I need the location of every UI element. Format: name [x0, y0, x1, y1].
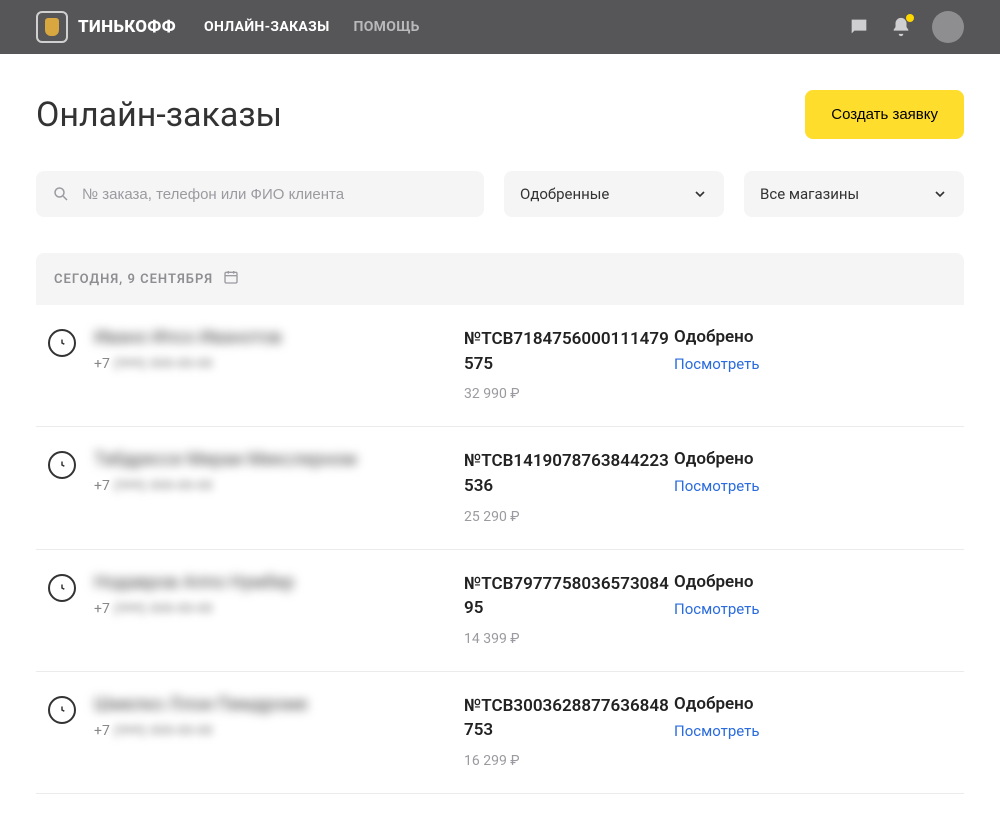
phone-masked: (999) 000-00-00 — [113, 356, 213, 372]
order-number: №TCB7184756000111479575 — [464, 327, 674, 376]
order-price: 16 299 ₽ — [464, 753, 674, 769]
chat-icon[interactable] — [848, 16, 870, 38]
phone-masked: (999) 000-00-00 — [113, 478, 213, 494]
nav-help[interactable]: ПОМОЩЬ — [354, 19, 420, 35]
phone-prefix: +7 — [94, 356, 110, 372]
brand-logo[interactable]: ТИНЬКОФФ — [36, 11, 176, 43]
status-cell: Одобрено Посмотреть — [674, 327, 854, 373]
clock-icon — [48, 451, 76, 479]
orders-list: Ивано Ипсо Иванотов +7 (999) 000-00-00 №… — [36, 305, 964, 794]
clock-icon — [48, 574, 76, 602]
status-cell: Одобрено Посмотреть — [674, 694, 854, 740]
logo-emblem-icon — [36, 11, 68, 43]
status-badge: Одобрено — [674, 327, 854, 347]
bell-icon[interactable] — [890, 16, 912, 38]
phone-prefix: +7 — [94, 601, 110, 617]
page-title: Онлайн-заказы — [36, 95, 282, 135]
title-row: Онлайн-заказы Создать заявку — [36, 90, 964, 139]
status-badge: Одобрено — [674, 694, 854, 714]
status-filter-dropdown[interactable]: Одобренные — [504, 171, 724, 217]
order-cell: №TCB7184756000111479575 32 990 ₽ — [464, 327, 674, 402]
client-name: Ивано Ипсо Иванотов — [94, 327, 464, 348]
phone-masked: (999) 000-00-00 — [113, 601, 213, 617]
client-phone: +7 (999) 000-00-00 — [94, 601, 464, 617]
client-cell: Ивано Ипсо Иванотов +7 (999) 000-00-00 — [94, 327, 464, 372]
view-order-link[interactable]: Посмотреть — [674, 355, 854, 373]
date-group-label: СЕГОДНЯ, 9 СЕНТЯБРЯ — [54, 272, 213, 287]
app-header: ТИНЬКОФФ ОНЛАЙН-ЗАКАЗЫ ПОМОЩЬ — [0, 0, 1000, 54]
phone-prefix: +7 — [94, 478, 110, 494]
search-input[interactable] — [82, 186, 468, 203]
view-order-link[interactable]: Посмотреть — [674, 722, 854, 740]
header-actions — [848, 11, 964, 43]
brand-text: ТИНЬКОФФ — [78, 17, 176, 37]
date-group-header: СЕГОДНЯ, 9 СЕНТЯБРЯ — [36, 253, 964, 305]
calendar-icon[interactable] — [223, 269, 239, 289]
chevron-down-icon — [692, 186, 708, 202]
order-price: 25 290 ₽ — [464, 509, 674, 525]
order-row: Нодавров Аппо Нумбер +7 (999) 000-00-00 … — [36, 550, 964, 672]
order-cell: №TCB3003628877636848753 16 299 ₽ — [464, 694, 674, 769]
order-row: Шмелко Ллои Пимдроме +7 (999) 000-00-00 … — [36, 672, 964, 794]
order-number: №TCB1419078763844223536 — [464, 449, 674, 498]
view-order-link[interactable]: Посмотреть — [674, 477, 854, 495]
client-name: Шмелко Ллои Пимдроме — [94, 694, 464, 715]
store-filter-dropdown[interactable]: Все магазины — [744, 171, 964, 217]
client-cell: Табдрессе Мираи Микслерном +7 (999) 000-… — [94, 449, 464, 494]
filters-row: Одобренные Все магазины — [36, 171, 964, 217]
status-filter-value: Одобренные — [520, 185, 609, 203]
client-cell: Шмелко Ллои Пимдроме +7 (999) 000-00-00 — [94, 694, 464, 739]
avatar[interactable] — [932, 11, 964, 43]
create-order-button[interactable]: Создать заявку — [805, 90, 964, 139]
phone-prefix: +7 — [94, 723, 110, 739]
order-price: 14 399 ₽ — [464, 631, 674, 647]
client-name: Табдрессе Мираи Микслерном — [94, 449, 464, 470]
order-row: Ивано Ипсо Иванотов +7 (999) 000-00-00 №… — [36, 305, 964, 427]
order-row: Табдрессе Мираи Микслерном +7 (999) 000-… — [36, 427, 964, 549]
view-order-link[interactable]: Посмотреть — [674, 600, 854, 618]
client-phone: +7 (999) 000-00-00 — [94, 478, 464, 494]
clock-icon — [48, 329, 76, 357]
phone-masked: (999) 000-00-00 — [113, 723, 213, 739]
order-number: №TCB3003628877636848753 — [464, 694, 674, 743]
notification-dot-icon — [906, 14, 914, 22]
client-phone: +7 (999) 000-00-00 — [94, 723, 464, 739]
client-cell: Нодавров Аппо Нумбер +7 (999) 000-00-00 — [94, 572, 464, 617]
order-cell: №TCB1419078763844223536 25 290 ₽ — [464, 449, 674, 524]
top-nav: ОНЛАЙН-ЗАКАЗЫ ПОМОЩЬ — [204, 19, 420, 35]
client-phone: +7 (999) 000-00-00 — [94, 356, 464, 372]
search-box[interactable] — [36, 171, 484, 217]
client-name: Нодавров Аппо Нумбер — [94, 572, 464, 593]
nav-online-orders[interactable]: ОНЛАЙН-ЗАКАЗЫ — [204, 19, 329, 35]
main-content: Онлайн-заказы Создать заявку Одобренные … — [0, 54, 1000, 830]
status-badge: Одобрено — [674, 449, 854, 469]
status-badge: Одобрено — [674, 572, 854, 592]
chevron-down-icon — [932, 186, 948, 202]
clock-icon — [48, 696, 76, 724]
order-cell: №TCB7977758036573084 95 14 399 ₽ — [464, 572, 674, 647]
search-icon — [52, 185, 70, 203]
status-cell: Одобрено Посмотреть — [674, 449, 854, 495]
order-price: 32 990 ₽ — [464, 386, 674, 402]
order-number: №TCB7977758036573084 95 — [464, 572, 674, 621]
status-cell: Одобрено Посмотреть — [674, 572, 854, 618]
store-filter-value: Все магазины — [760, 185, 859, 203]
